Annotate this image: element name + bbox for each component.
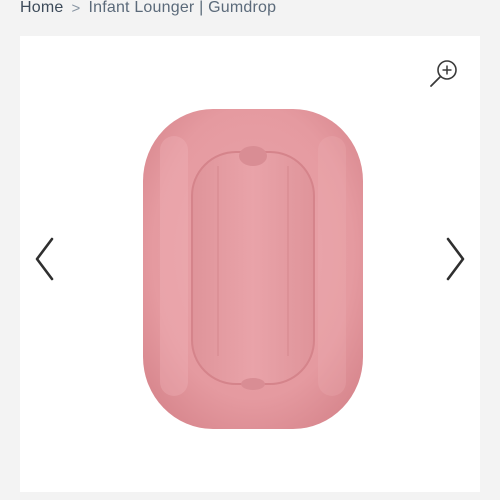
zoom-in-icon: [430, 60, 457, 87]
breadcrumb-current: Infant Lounger | Gumdrop: [88, 0, 277, 16]
product-image-gallery: [20, 36, 480, 492]
breadcrumb-separator: >: [71, 0, 81, 17]
zoom-button[interactable]: [428, 56, 462, 90]
chevron-right-icon: [446, 237, 465, 281]
product-image: [143, 109, 363, 429]
previous-image-button[interactable]: [32, 236, 58, 282]
breadcrumb-home-link[interactable]: Home: [20, 0, 63, 17]
chevron-left-icon: [35, 237, 54, 281]
breadcrumb: Home > Infant Lounger | Gumdrop: [20, 0, 276, 20]
next-image-button[interactable]: [442, 236, 468, 282]
product-page: Home > Infant Lounger | Gumdrop: [0, 0, 500, 500]
